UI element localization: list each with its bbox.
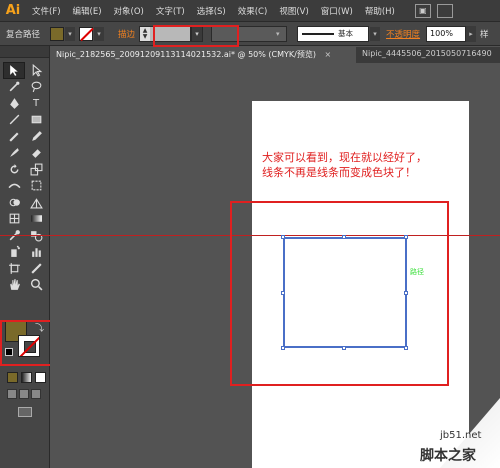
symbol-sprayer-tool-icon[interactable] xyxy=(3,244,25,261)
mesh-tool-icon[interactable] xyxy=(3,211,25,228)
artboard-tool-icon[interactable] xyxy=(3,260,25,277)
stroke-color-swatch[interactable] xyxy=(79,26,94,41)
rotate-tool-icon[interactable] xyxy=(3,161,25,178)
rectangle-tool-icon[interactable] xyxy=(25,112,47,129)
menu-edit[interactable]: 编辑(E) xyxy=(67,5,108,17)
brush-definition-field[interactable]: 基本 xyxy=(297,25,370,42)
paintbrush-tool-icon[interactable] xyxy=(3,128,25,145)
brush-line-preview xyxy=(302,32,335,35)
anchor-point[interactable] xyxy=(404,346,408,350)
tools-panel-header[interactable] xyxy=(0,46,49,58)
eraser-tool-icon[interactable] xyxy=(25,145,47,162)
opacity-field[interactable]: 100% xyxy=(426,25,467,42)
note-line-2: 线条不再是线条而变成色块了！ xyxy=(262,166,416,179)
type-tool-icon[interactable]: T xyxy=(25,95,47,112)
tab-document-1[interactable]: Nipic_2182565_20091209113114021532.ai* @… xyxy=(50,47,356,63)
anchor-point[interactable] xyxy=(281,346,285,350)
anchor-point[interactable] xyxy=(281,235,285,239)
note-line-1: 大家可以看到，现在就以经好了， xyxy=(262,151,427,164)
selection-type-label: 复合路径 xyxy=(6,29,41,40)
pencil-tool-icon[interactable] xyxy=(25,128,47,145)
stroke-dropdown[interactable]: ▾ xyxy=(94,26,105,41)
tab-document-2-label: Nipic_4445506_2015050716490 xyxy=(362,49,492,58)
app-logo: Ai xyxy=(5,3,21,18)
compound-path-shape[interactable] xyxy=(283,237,407,348)
stroke-highlight-box xyxy=(153,25,239,47)
anchor-point[interactable] xyxy=(404,291,408,295)
gradient-tool-icon[interactable] xyxy=(25,211,47,228)
gradient-mode-icon[interactable] xyxy=(21,372,32,383)
draw-behind-icon[interactable] xyxy=(19,389,29,399)
color-mode-icon[interactable] xyxy=(7,372,18,383)
bridge-icon[interactable]: ▣ xyxy=(414,3,431,18)
anchor-point[interactable] xyxy=(342,235,346,239)
fill-color-swatch[interactable] xyxy=(50,26,65,41)
scale-tool-icon[interactable] xyxy=(25,161,47,178)
close-icon[interactable]: × xyxy=(325,50,332,59)
perspective-grid-tool-icon[interactable] xyxy=(25,194,47,211)
anchor-point[interactable] xyxy=(281,291,285,295)
menu-object[interactable]: 对象(O) xyxy=(108,5,150,17)
free-transform-tool-icon[interactable] xyxy=(25,178,47,195)
slice-tool-icon[interactable] xyxy=(25,260,47,277)
brush-label: 基本 xyxy=(338,29,354,38)
screen-mode-icon[interactable] xyxy=(18,407,32,417)
direct-selection-tool-icon[interactable] xyxy=(25,62,47,79)
draw-normal-icon[interactable] xyxy=(7,389,17,399)
lasso-tool-icon[interactable] xyxy=(25,79,47,96)
watermark-site: jb51.net xyxy=(440,430,482,441)
menu-select[interactable]: 选择(S) xyxy=(191,5,232,17)
tab-document-2[interactable]: Nipic_4445506_2015050716490 xyxy=(356,47,498,63)
opacity-dropdown[interactable]: ▸ xyxy=(466,25,477,42)
menu-bar: Ai 文件(F) 编辑(E) 对象(O) 文字(T) 选择(S) 效果(C) 视… xyxy=(0,0,500,22)
menu-type[interactable]: 文字(T) xyxy=(150,5,191,17)
stroke-label[interactable]: 描边 xyxy=(118,28,135,40)
tools-panel: T xyxy=(0,46,50,468)
menu-window[interactable]: 窗口(W) xyxy=(315,5,359,17)
fill-dropdown[interactable]: ▾ xyxy=(65,26,76,41)
draw-inside-icon[interactable] xyxy=(31,389,41,399)
anchor-point[interactable] xyxy=(342,346,346,350)
drawing-mode-row xyxy=(7,389,41,399)
line-segment-tool-icon[interactable] xyxy=(3,112,25,129)
shape-builder-tool-icon[interactable] xyxy=(3,194,25,211)
width-tool-icon[interactable] xyxy=(3,178,25,195)
menu-view[interactable]: 视图(V) xyxy=(273,5,314,17)
menu-effect[interactable]: 效果(C) xyxy=(232,5,274,17)
magic-wand-tool-icon[interactable] xyxy=(3,79,25,96)
control-bar: 复合路径 ▾ ▾ 描边 ▲ ▼ ▾ ▾ 基本 ▾ 不透明度 100% ▸ 样 xyxy=(0,22,500,46)
selection-tool-icon[interactable] xyxy=(3,62,25,79)
color-mode-row xyxy=(7,372,46,383)
document-tabs: Nipic_2182565_20091209113114021532.ai* @… xyxy=(50,47,500,63)
brush-dropdown[interactable]: ▾ xyxy=(370,26,381,41)
opacity-label[interactable]: 不透明度 xyxy=(386,28,420,40)
zoom-tool-icon[interactable] xyxy=(25,277,47,294)
tab-document-1-label: Nipic_2182565_20091209113114021532.ai* @… xyxy=(56,50,316,59)
watermark-name: 脚本之家 xyxy=(420,448,476,464)
style-label[interactable]: 样 xyxy=(480,28,489,40)
column-graph-tool-icon[interactable] xyxy=(25,244,47,261)
pen-tool-icon[interactable] xyxy=(3,95,25,112)
none-mode-icon[interactable] xyxy=(35,372,46,383)
stroke-weight-stepper[interactable]: ▲ ▼ xyxy=(140,26,151,41)
hand-tool-icon[interactable] xyxy=(3,277,25,294)
anchor-point[interactable] xyxy=(404,235,408,239)
arrange-documents-icon[interactable] xyxy=(436,3,453,18)
smart-guide-path-label: 路径 xyxy=(410,268,424,276)
menu-file[interactable]: 文件(F) xyxy=(26,5,67,17)
menu-help[interactable]: 帮助(H) xyxy=(359,5,401,17)
annotation-note: 大家可以看到，现在就以经好了， 线条不再是线条而变成色块了！ xyxy=(262,150,427,180)
blob-brush-tool-icon[interactable] xyxy=(3,145,25,162)
